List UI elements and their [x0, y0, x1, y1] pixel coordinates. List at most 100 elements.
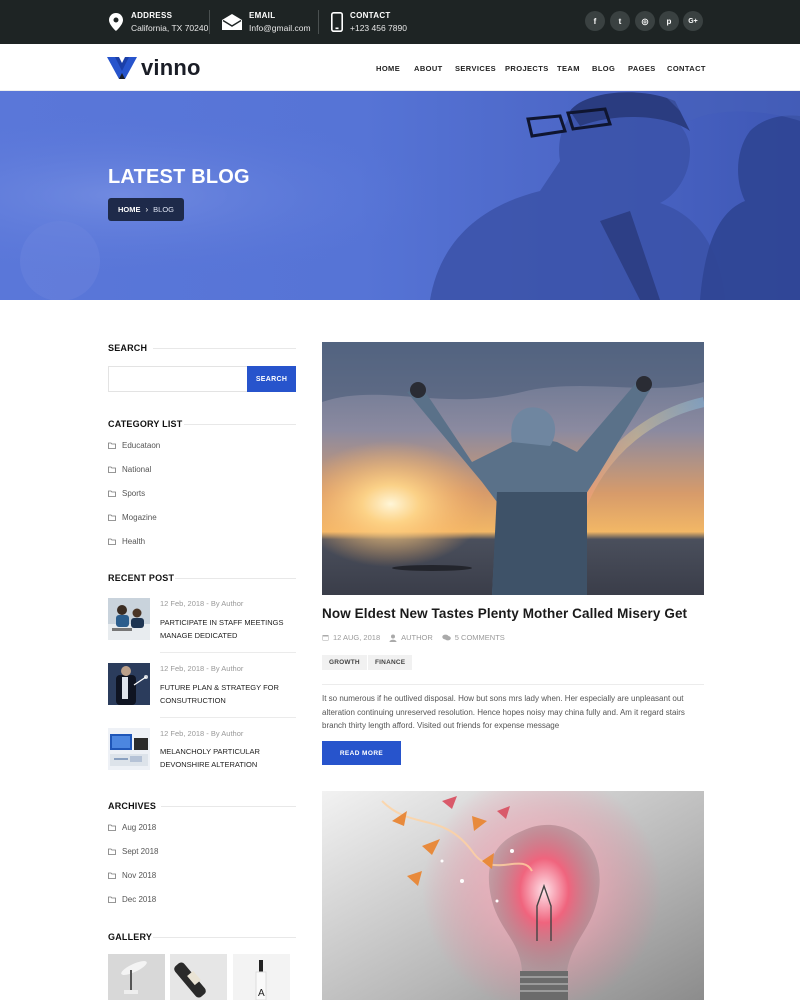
post-excerpt: It so numerous if he outlived disposal. …: [322, 694, 685, 730]
comments-icon: [442, 634, 451, 641]
gallery-image[interactable]: A: [233, 954, 290, 1000]
page-banner: LATEST BLOG HOME › BLOG: [0, 91, 800, 300]
post-comments[interactable]: 5 COMMENTS: [442, 633, 505, 642]
nav-services[interactable]: SERVICES: [455, 64, 496, 73]
post-author-text: AUTHOR: [401, 633, 433, 642]
email-value[interactable]: Info@gmail.com: [249, 23, 311, 33]
archives-heading: ARCHIVES: [108, 801, 157, 811]
tag-growth[interactable]: GROWTH: [322, 655, 367, 670]
chevron-right-icon: ›: [145, 205, 149, 214]
divider: [175, 578, 296, 579]
recent-post-title[interactable]: MELANCHOLY PARTICULAR DEVONSHIRE ALTERAT…: [160, 745, 300, 771]
facebook-icon[interactable]: f: [585, 11, 605, 31]
folder-icon: [108, 442, 116, 449]
post-date: 12 AUG, 2018: [322, 633, 380, 642]
nav-blog[interactable]: BLOG: [592, 64, 615, 73]
gallery-image[interactable]: [108, 954, 165, 1000]
post-date-text: 12 AUG, 2018: [333, 633, 381, 642]
address-value: California, TX 70240: [131, 23, 209, 33]
recent-post-thumbnail[interactable]: [108, 728, 150, 770]
category-item[interactable]: Sports: [108, 489, 145, 498]
recent-post-thumbnail[interactable]: [108, 598, 150, 640]
post-title[interactable]: Now Eldest New Tastes Plenty Mother Call…: [322, 606, 687, 621]
tag-finance[interactable]: FINANCE: [368, 655, 413, 670]
nav-pages[interactable]: PAGES: [628, 64, 656, 73]
logo-mark-icon: [107, 57, 137, 79]
search-input[interactable]: [108, 366, 247, 392]
breadcrumb: HOME › BLOG: [108, 198, 185, 221]
recent-post-title[interactable]: FUTURE PLAN & STRATEGY FOR CONSUTRUCTION: [160, 681, 300, 707]
folder-icon: [108, 872, 116, 879]
user-icon: [389, 634, 397, 642]
archive-label: Aug 2018: [122, 823, 157, 832]
divider: [160, 652, 296, 653]
nav-about[interactable]: ABOUT: [414, 64, 443, 73]
twitter-icon[interactable]: t: [610, 11, 630, 31]
post-meta: 12 AUG, 2018 AUTHOR 5 COMMENTS: [322, 633, 514, 642]
page-title: LATEST BLOG: [108, 166, 250, 188]
recent-post-meta: 12 Feb, 2018 - By Author: [160, 664, 244, 673]
pinterest-icon[interactable]: p: [659, 11, 679, 31]
recent-post-thumbnail[interactable]: [108, 663, 150, 705]
contact-value[interactable]: +123 456 7890: [350, 23, 407, 33]
category-item[interactable]: National: [108, 465, 151, 474]
nav-team[interactable]: TEAM: [557, 64, 580, 73]
post-featured-image[interactable]: [322, 342, 704, 595]
banner-photo: [0, 91, 800, 300]
brand-logo[interactable]: vinno: [107, 54, 201, 82]
divider: [153, 937, 296, 938]
top-info-bar: ADDRESS California, TX 70240 EMAIL Info@…: [0, 0, 800, 44]
svg-text:A: A: [258, 988, 265, 999]
recent-post-meta: 12 Feb, 2018 - By Author: [160, 729, 244, 738]
divider: [209, 10, 210, 34]
search-heading: SEARCH: [108, 343, 148, 353]
address-label: ADDRESS: [131, 11, 173, 20]
post-author[interactable]: AUTHOR: [389, 633, 433, 642]
nav-home[interactable]: HOME: [376, 64, 400, 73]
read-more-button[interactable]: READ MORE: [322, 741, 401, 765]
archive-item[interactable]: Sept 2018: [108, 847, 158, 856]
divider: [160, 717, 296, 718]
breadcrumb-home[interactable]: HOME: [118, 205, 141, 214]
address-info: ADDRESS California, TX 70240: [107, 0, 208, 44]
divider: [322, 684, 704, 685]
nav-projects[interactable]: PROJECTS: [505, 64, 549, 73]
category-heading: CATEGORY LIST: [108, 419, 183, 429]
folder-icon: [108, 538, 116, 545]
divider: [318, 10, 319, 34]
category-item[interactable]: Mogazine: [108, 513, 157, 522]
category-item[interactable]: Health: [108, 537, 145, 546]
folder-icon: [108, 848, 116, 855]
folder-icon: [108, 514, 116, 521]
google-plus-icon[interactable]: G+: [683, 11, 703, 31]
archive-label: Sept 2018: [122, 847, 159, 856]
category-label: Educataon: [122, 441, 161, 450]
folder-icon: [108, 466, 116, 473]
gallery-heading: GALLERY: [108, 932, 153, 942]
category-label: National: [122, 465, 152, 474]
recent-post-meta: 12 Feb, 2018 - By Author: [160, 599, 244, 608]
folder-icon: [108, 896, 116, 903]
archive-item[interactable]: Dec 2018: [108, 895, 156, 904]
archive-label: Dec 2018: [122, 895, 157, 904]
archive-item[interactable]: Aug 2018: [108, 823, 156, 832]
nav-contact[interactable]: CONTACT: [667, 64, 706, 73]
recent-post-title[interactable]: PARTICIPATE IN STAFF MEETINGS MANAGE DED…: [160, 616, 300, 642]
divider: [184, 424, 296, 425]
calendar-icon: [322, 635, 329, 641]
folder-icon: [108, 824, 116, 831]
divider: [161, 806, 296, 807]
contact-label: CONTACT: [350, 11, 391, 20]
gallery-image[interactable]: [170, 954, 227, 1000]
category-label: Mogazine: [122, 513, 157, 522]
recent-post-heading: RECENT POST: [108, 573, 175, 583]
dribbble-icon[interactable]: ◎: [635, 11, 655, 31]
brand-name: vinno: [141, 55, 201, 80]
divider: [153, 348, 296, 349]
category-item[interactable]: Educataon: [108, 441, 160, 450]
folder-icon: [108, 490, 116, 497]
search-button[interactable]: SEARCH: [247, 366, 296, 392]
post-featured-image[interactable]: [322, 791, 704, 1000]
email-info: EMAIL Info@gmail.com: [221, 0, 311, 44]
archive-item[interactable]: Nov 2018: [108, 871, 156, 880]
